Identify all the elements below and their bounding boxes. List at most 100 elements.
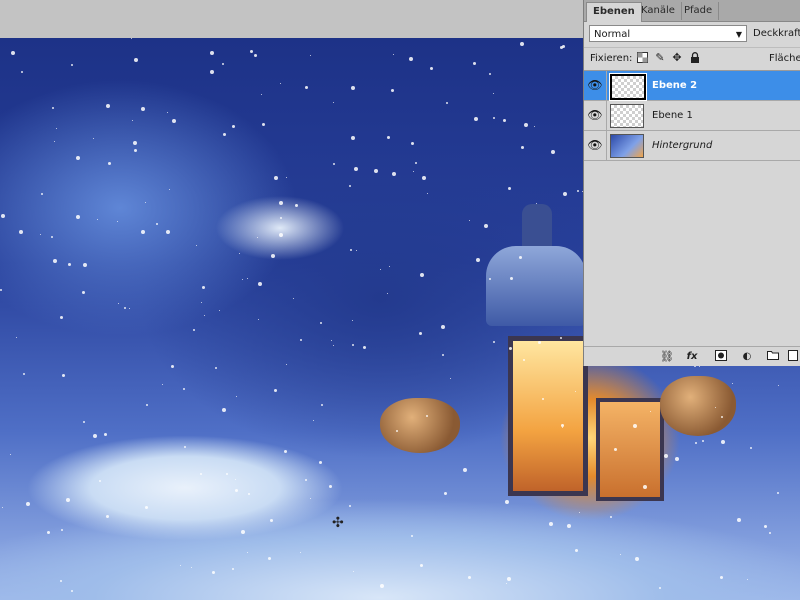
snowflake	[614, 448, 617, 451]
snowflake	[166, 230, 170, 234]
snowflake	[261, 94, 262, 95]
snowflake	[156, 223, 158, 225]
snowflake	[183, 388, 185, 390]
snowflake	[193, 329, 195, 331]
snowflake	[10, 454, 11, 455]
snowflake	[145, 202, 146, 203]
snowflake	[104, 433, 107, 436]
layer-row-ebene-1[interactable]: 👁 Ebene 1	[584, 101, 800, 131]
snowflake	[93, 138, 94, 139]
snowflake	[279, 233, 283, 237]
snowflake	[146, 404, 148, 406]
snowflake	[321, 404, 323, 406]
tab-kanaele[interactable]: Kanäle	[635, 2, 682, 20]
snowflake	[141, 230, 145, 234]
layer-name: Hintergrund	[652, 140, 713, 151]
layer-style-fx-icon[interactable]: fx	[685, 350, 699, 363]
snowflake	[702, 440, 704, 442]
snowflake	[420, 564, 423, 567]
snowflake	[235, 479, 236, 480]
snowflake	[106, 104, 110, 108]
visibility-eye-icon[interactable]: 👁	[584, 71, 607, 100]
snowflake	[274, 176, 278, 180]
layer-row-ebene-2[interactable]: 👁 Ebene 2	[584, 71, 800, 101]
snowflake	[26, 502, 30, 506]
snowflake	[575, 391, 576, 392]
lock-image-pixels-icon[interactable]: ✎	[654, 52, 666, 64]
tab-ebenen[interactable]: Ebenen	[586, 2, 642, 22]
snowflake	[280, 217, 282, 219]
tab-pfade[interactable]: Pfade	[678, 2, 720, 20]
fix-label: Fixieren:	[590, 53, 633, 64]
snowflake	[215, 367, 217, 369]
snowflake	[675, 457, 679, 461]
snowflake	[659, 587, 661, 589]
snowflake	[444, 492, 447, 495]
link-layers-icon[interactable]: ⛓	[660, 350, 674, 363]
snowflake	[268, 557, 271, 560]
snowflake	[715, 407, 716, 408]
snowflake	[351, 136, 355, 140]
snowflake	[356, 250, 357, 251]
snowflake	[11, 51, 15, 55]
snowflake	[54, 141, 55, 142]
visibility-eye-icon[interactable]: 👁	[584, 101, 607, 130]
new-layer-icon[interactable]	[786, 350, 800, 363]
snowflake	[171, 365, 174, 368]
snowflake	[349, 185, 351, 187]
snowflake	[493, 341, 495, 343]
new-group-icon[interactable]	[766, 350, 780, 363]
snowflake	[162, 384, 163, 385]
blend-mode-select[interactable]: Normal ▼	[589, 25, 747, 42]
snowflake	[549, 522, 553, 526]
snowflake	[202, 286, 205, 289]
pinecone-image	[380, 398, 460, 453]
visibility-eye-icon[interactable]: 👁	[584, 131, 607, 160]
snowflake	[279, 201, 283, 205]
snowflake	[551, 150, 555, 154]
snowflake	[577, 190, 579, 192]
snowflake	[635, 557, 639, 561]
layer-row-hintergrund[interactable]: 👁 Hintergrund	[584, 131, 800, 161]
snowflake	[145, 506, 148, 509]
snowflake	[420, 273, 424, 277]
snowflake	[305, 479, 307, 481]
layer-mask-icon[interactable]	[714, 350, 728, 363]
snowflake	[131, 38, 132, 39]
snowflake	[132, 120, 133, 121]
snowflake	[493, 117, 495, 119]
fill-label: Fläche:	[769, 53, 800, 64]
second-lantern-illustration	[596, 398, 664, 501]
layer-name: Ebene 2	[652, 80, 698, 91]
layer-list: 👁 Ebene 2 👁 Ebene 1 👁 Hintergrund	[584, 70, 800, 347]
snowflake	[83, 263, 87, 267]
snowflake	[352, 344, 354, 346]
snowflake	[523, 359, 525, 361]
adjustment-layer-icon[interactable]: ◐	[740, 350, 754, 363]
opacity-label: Deckkraft:	[753, 28, 800, 39]
layer-thumbnail	[610, 104, 644, 128]
snowflake	[695, 442, 697, 444]
snowflake	[219, 310, 220, 311]
snowflake	[579, 512, 580, 513]
snowflake	[82, 291, 85, 294]
snowflake	[305, 86, 308, 89]
snowflake	[542, 398, 544, 400]
snowflake	[610, 516, 612, 518]
snowflake	[633, 424, 637, 428]
snowflake	[118, 303, 119, 304]
snowflake	[52, 107, 54, 109]
snowflake	[210, 70, 214, 74]
snowflake	[506, 583, 507, 584]
snowflake	[271, 254, 275, 258]
snowflake	[250, 50, 253, 53]
snowflake	[56, 128, 57, 129]
snowflake	[71, 64, 73, 66]
lock-position-icon[interactable]: ✥	[671, 52, 683, 64]
snowflake	[169, 189, 170, 190]
snowflake	[274, 389, 277, 392]
snowflake	[393, 54, 394, 55]
lock-transparent-pixels-icon[interactable]	[636, 52, 648, 64]
layer-thumbnail	[609, 73, 647, 101]
lock-all-icon[interactable]	[689, 52, 701, 64]
